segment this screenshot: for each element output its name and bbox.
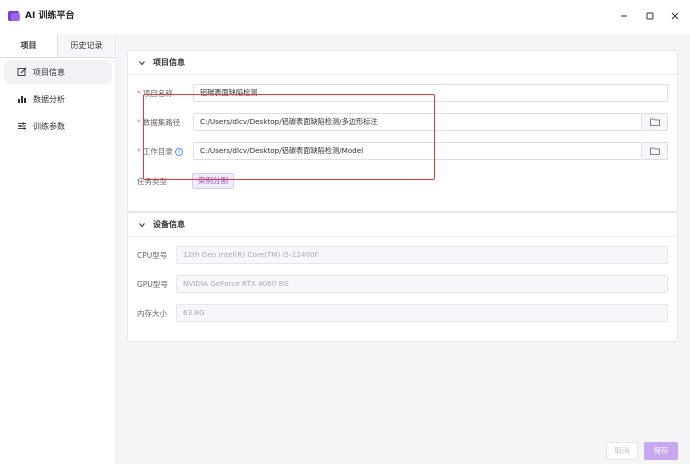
cpu-row: CPU型号 12th Gen Intel(R) Core(TM) i5-1240… — [128, 246, 679, 266]
sidebar-item-training-params[interactable]: 训练参数 — [4, 114, 112, 138]
chevron-down-icon — [137, 220, 147, 230]
cpu-field: 12th Gen Intel(R) Core(TM) i5-12400F — [176, 246, 668, 264]
main-content: 项目信息 * 项目名称 铝碳表面缺陷检测 * 数据集路径 C:/Users/dlcv… — [116, 34, 690, 464]
maximize-button[interactable] — [642, 8, 658, 24]
project-info-header[interactable]: 项目信息 — [128, 51, 677, 75]
bar-chart-icon — [16, 93, 28, 105]
edit-icon — [16, 66, 28, 78]
app-title: AI 训练平台 — [25, 11, 75, 21]
sidebar-item-project-info[interactable]: 项目信息 — [4, 60, 112, 84]
task-type-tag: 实例分割 — [192, 173, 234, 189]
required-mark: * — [137, 89, 141, 98]
dataset-path-input[interactable]: C:/Users/dlcv/Desktop/铝碳表面缺陷检测/多边形标注 — [193, 113, 642, 131]
cancel-button[interactable]: 取消 — [606, 442, 638, 460]
project-info-card: 项目信息 * 项目名称 铝碳表面缺陷检测 * 数据集路径 C:/Users/dlcv… — [127, 50, 678, 212]
sidebar-item-label: 训练参数 — [33, 121, 65, 131]
project-name-row: * 项目名称 铝碳表面缺陷检测 — [128, 84, 679, 104]
memory-label: 内存大小 — [137, 309, 167, 318]
device-info-header[interactable]: 设备信息 — [128, 213, 677, 237]
workdir-label: * 工作目录? — [137, 146, 183, 158]
gpu-field: NVIDIA GeForce RTX 4060 8G — [176, 275, 668, 293]
project-info-title: 项目信息 — [153, 58, 185, 67]
sidebar-item-label: 数据分析 — [33, 94, 65, 104]
tab-project[interactable]: 项目 — [0, 34, 58, 58]
memory-field: 63.8G — [176, 304, 668, 322]
dataset-path-label: * 数据集路径 — [137, 118, 181, 127]
memory-row: 内存大小 63.8G — [128, 304, 679, 324]
folder-icon — [649, 147, 660, 155]
save-button[interactable]: 保存 — [644, 442, 678, 460]
required-mark: * — [137, 118, 141, 127]
red-highlight-box — [143, 94, 435, 180]
sidebar-menu: 项目信息 数据分析 训练参数 — [4, 60, 112, 141]
workdir-input[interactable]: C:/Users/dlcv/Desktop/铝碳表面缺陷检测/Model — [193, 142, 642, 160]
title-bar: AI 训练平台 — [0, 0, 690, 32]
close-button[interactable] — [667, 8, 683, 24]
dataset-path-row: * 数据集路径 C:/Users/dlcv/Desktop/铝碳表面缺陷检测/多边… — [128, 113, 679, 133]
minimize-button[interactable] — [616, 8, 632, 24]
project-name-input[interactable]: 铝碳表面缺陷检测 — [193, 84, 668, 102]
folder-icon — [649, 118, 660, 126]
project-name-label: * 项目名称 — [137, 89, 173, 98]
workdir-browse-button[interactable] — [642, 142, 668, 160]
maximize-icon — [646, 12, 654, 20]
sidebar-item-label: 项目信息 — [33, 67, 65, 77]
sidebar-item-data-analysis[interactable]: 数据分析 — [4, 87, 112, 111]
workdir-row: * 工作目录? C:/Users/dlcv/Desktop/铝碳表面缺陷检测/Mo… — [128, 142, 679, 162]
gpu-row: GPU型号 NVIDIA GeForce RTX 4060 8G — [128, 275, 679, 295]
close-icon — [671, 12, 679, 20]
tab-history[interactable]: 历史记录 — [58, 34, 115, 58]
dataset-browse-button[interactable] — [642, 113, 668, 131]
sliders-icon — [16, 120, 28, 132]
gpu-label: GPU型号 — [137, 280, 168, 289]
sidebar-tabs: 项目 历史记录 — [0, 34, 115, 58]
chevron-down-icon — [137, 58, 147, 68]
app-logo-icon — [8, 11, 20, 21]
device-info-title: 设备信息 — [153, 220, 185, 229]
cpu-label: CPU型号 — [137, 251, 168, 260]
sidebar: 项目 历史记录 项目信息 数据分析 训练参数 — [0, 34, 116, 464]
task-type-row: 任务类型 实例分割 — [128, 172, 679, 192]
device-info-card: 设备信息 CPU型号 12th Gen Intel(R) Core(TM) i5… — [127, 212, 678, 342]
help-icon[interactable]: ? — [174, 148, 183, 156]
minimize-icon — [621, 15, 627, 17]
required-mark: * — [137, 147, 141, 156]
task-type-label: 任务类型 — [137, 177, 167, 186]
